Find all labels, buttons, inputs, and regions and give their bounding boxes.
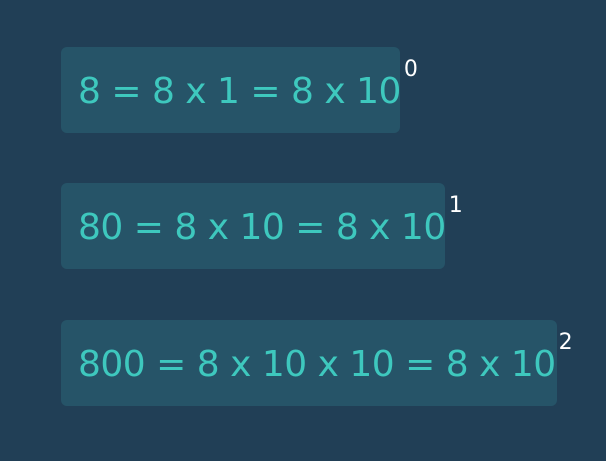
equation-text: 8 = 8 x 1 = 8 x 10 (78, 71, 401, 112)
canvas: 8 = 8 x 1 = 8 x 10 0 80 = 8 x 10 = 8 x 1… (0, 0, 606, 461)
equation-card-3: 800 = 8 x 10 x 10 = 8 x 10 2 (61, 320, 573, 406)
equation-text: 800 = 8 x 10 x 10 = 8 x 10 (78, 344, 556, 385)
equation-exponent: 2 (558, 330, 573, 355)
equation-text: 80 = 8 x 10 = 8 x 10 (78, 207, 446, 248)
equation-exponent: 1 (448, 193, 463, 218)
equation-exponent: 0 (403, 57, 418, 82)
equation-card-1: 8 = 8 x 1 = 8 x 10 0 (61, 47, 418, 133)
equation-card-2: 80 = 8 x 10 = 8 x 10 1 (61, 183, 463, 269)
